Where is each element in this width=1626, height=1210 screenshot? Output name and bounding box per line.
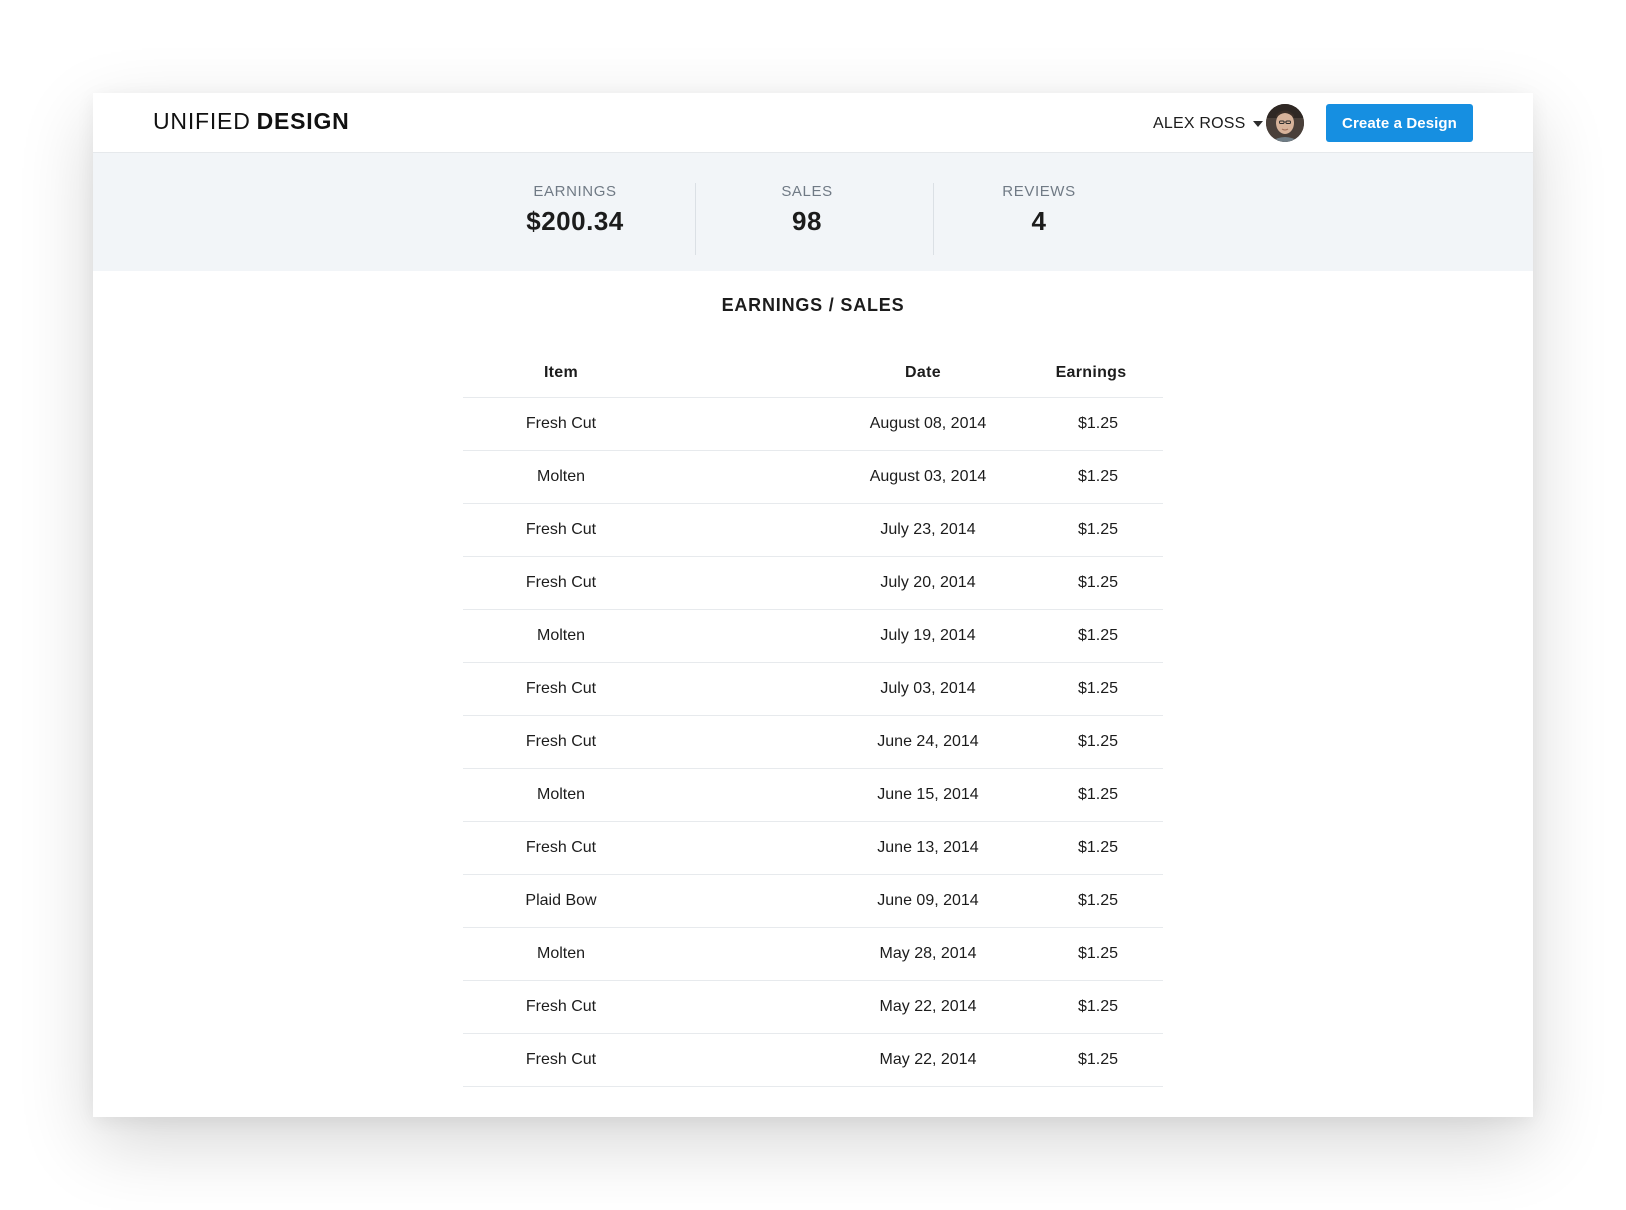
table-row: Molten May 28, 2014 $1.25: [463, 928, 1163, 981]
cell-date: May 22, 2014: [879, 1051, 977, 1068]
cell-item: Fresh Cut: [525, 998, 597, 1015]
stat-divider: [695, 183, 696, 255]
table-row: Fresh Cut June 13, 2014 $1.25: [463, 822, 1163, 875]
table-row: Fresh Cut May 22, 2014 $1.25: [463, 1034, 1163, 1087]
stat-earnings-value: $200.34: [526, 206, 624, 236]
table-row: Plaid Bow June 09, 2014 $1.25: [463, 875, 1163, 928]
cell-item: Fresh Cut: [525, 574, 597, 591]
user-name: ALEX ROSS: [1153, 115, 1246, 132]
cell-date: May 22, 2014: [879, 998, 977, 1015]
cell-earnings: $1.25: [1077, 680, 1119, 697]
table-row: Fresh Cut August 08, 2014 $1.25: [463, 398, 1163, 451]
top-navigation-bar: UNIFIED DESIGN ALEX ROSS Create a Design: [93, 93, 1533, 153]
stat-earnings: EARNINGS $200.34: [485, 183, 665, 237]
earnings-table: Item Date Earnings Fresh Cut August 08, …: [463, 353, 1163, 1087]
section-title: EARNINGS / SALES: [721, 295, 905, 315]
cell-earnings: $1.25: [1077, 892, 1119, 909]
cell-item: Fresh Cut: [525, 733, 597, 750]
cell-date: June 24, 2014: [877, 733, 979, 750]
stat-divider: [933, 183, 934, 255]
logo-text-light: UNIFIED: [153, 108, 251, 134]
stat-sales: SALES 98: [717, 183, 897, 237]
cell-item: Fresh Cut: [525, 1051, 597, 1068]
stat-sales-label: SALES: [781, 183, 833, 200]
user-portrait-icon: [1266, 104, 1304, 142]
cell-date: June 09, 2014: [877, 892, 979, 909]
table-header: Item Date Earnings: [463, 353, 1163, 398]
column-header-item[interactable]: Item: [463, 353, 659, 397]
cell-date: August 08, 2014: [869, 415, 987, 432]
table-row: Molten June 15, 2014 $1.25: [463, 769, 1163, 822]
cell-earnings: $1.25: [1077, 574, 1119, 591]
cell-date: May 28, 2014: [879, 945, 977, 962]
stat-reviews-label: REVIEWS: [1002, 183, 1076, 200]
cell-item: Fresh Cut: [525, 521, 597, 538]
stat-reviews-value: 4: [1031, 206, 1047, 236]
caret-down-icon: [1252, 121, 1263, 127]
cell-date: July 23, 2014: [880, 521, 976, 538]
table-row: Fresh Cut July 23, 2014 $1.25: [463, 504, 1163, 557]
cell-item: Molten: [536, 627, 586, 644]
cell-earnings: $1.25: [1077, 627, 1119, 644]
table-row: Fresh Cut June 24, 2014 $1.25: [463, 716, 1163, 769]
cell-earnings: $1.25: [1077, 1051, 1119, 1068]
app-window: UNIFIED DESIGN ALEX ROSS Create a Design …: [93, 93, 1533, 1117]
table-row: Fresh Cut May 22, 2014 $1.25: [463, 981, 1163, 1034]
cell-item: Molten: [536, 786, 586, 803]
cell-item: Fresh Cut: [525, 839, 597, 856]
cell-earnings: $1.25: [1077, 521, 1119, 538]
cell-item: Molten: [536, 945, 586, 962]
user-menu-dropdown[interactable]: ALEX ROSS: [1153, 113, 1263, 135]
cell-date: June 13, 2014: [877, 839, 979, 856]
stat-sales-value: 98: [792, 206, 822, 236]
cell-date: July 19, 2014: [880, 627, 976, 644]
stats-summary-band: EARNINGS $200.34 SALES 98 REVIEWS 4: [93, 153, 1533, 271]
table-row: Fresh Cut July 03, 2014 $1.25: [463, 663, 1163, 716]
cell-earnings: $1.25: [1077, 786, 1119, 803]
cell-earnings: $1.25: [1077, 415, 1119, 432]
table-row: Molten July 19, 2014 $1.25: [463, 610, 1163, 663]
cell-earnings: $1.25: [1077, 839, 1119, 856]
column-header-date[interactable]: Date: [843, 353, 1003, 397]
stat-earnings-label: EARNINGS: [533, 183, 617, 200]
cell-date: July 03, 2014: [880, 680, 976, 697]
cell-earnings: $1.25: [1077, 733, 1119, 750]
cell-earnings: $1.25: [1077, 468, 1119, 485]
cell-date: July 20, 2014: [880, 574, 976, 591]
cell-earnings: $1.25: [1077, 998, 1119, 1015]
table-row: Molten August 03, 2014 $1.25: [463, 451, 1163, 504]
brand-logo[interactable]: UNIFIED DESIGN: [153, 108, 350, 135]
stat-reviews: REVIEWS 4: [949, 183, 1129, 237]
create-design-button[interactable]: Create a Design: [1326, 104, 1473, 142]
cell-item: Fresh Cut: [525, 680, 597, 697]
table-row: Fresh Cut July 20, 2014 $1.25: [463, 557, 1163, 610]
cell-date: August 03, 2014: [869, 468, 987, 485]
cell-date: June 15, 2014: [877, 786, 979, 803]
cell-earnings: $1.25: [1077, 945, 1119, 962]
column-header-earnings[interactable]: Earnings: [1026, 353, 1156, 397]
avatar[interactable]: [1266, 104, 1304, 142]
cell-item: Fresh Cut: [525, 415, 597, 432]
cell-item: Molten: [536, 468, 586, 485]
cell-item: Plaid Bow: [525, 892, 597, 909]
logo-text-bold: DESIGN: [256, 108, 350, 134]
